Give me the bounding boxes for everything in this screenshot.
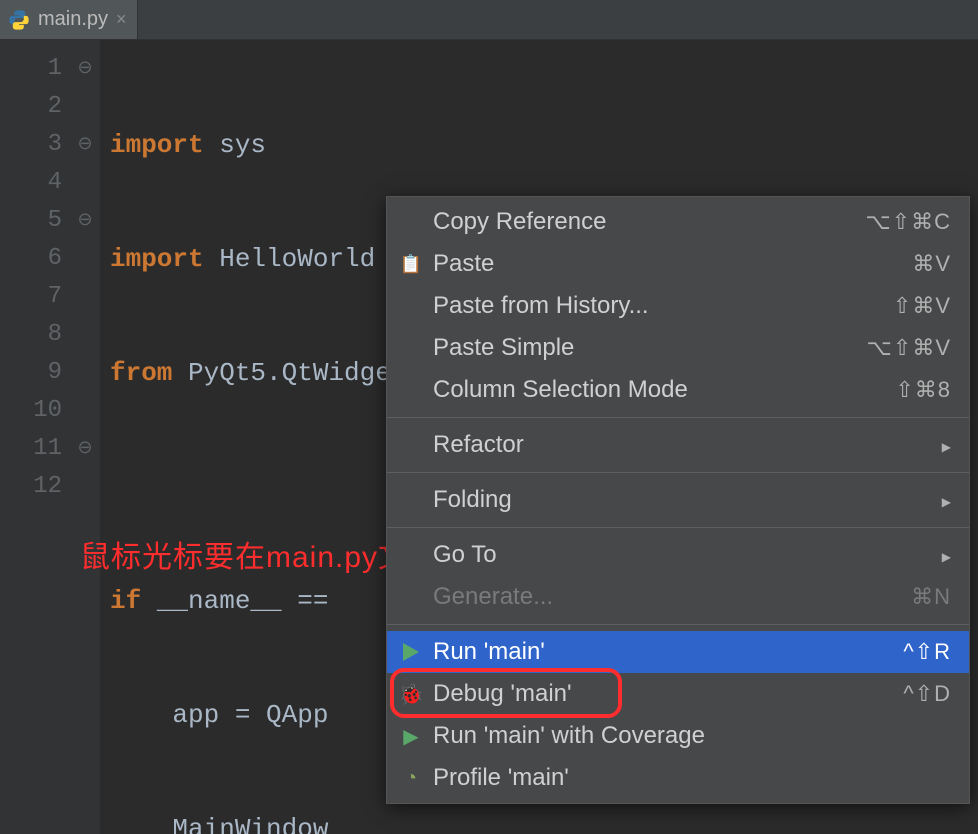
menu-label: Generate... — [433, 583, 911, 611]
blank-icon — [395, 484, 427, 516]
context-menu: Copy Reference ⌥⇧⌘C 📋 Paste ⌘V Paste fro… — [386, 196, 970, 804]
fold-spacer — [70, 240, 100, 278]
menu-debug-main[interactable]: 🐞 Debug 'main' ^⇧D — [387, 673, 969, 715]
submenu-arrow-icon — [942, 545, 951, 566]
menu-label: Folding — [433, 486, 934, 514]
line-number: 10 — [0, 392, 62, 430]
paste-icon: 📋 — [395, 248, 427, 280]
blank-icon — [395, 539, 427, 571]
fold-column: ⊖ ⊖ ⊖ ⊖ — [70, 40, 100, 834]
fold-spacer — [70, 354, 100, 392]
line-number: 11 — [0, 430, 62, 468]
menu-label: Paste — [433, 250, 912, 278]
menu-shortcut: ⌘N — [911, 584, 951, 610]
menu-column-selection[interactable]: Column Selection Mode ⇧⌘8 — [387, 369, 969, 411]
menu-generate[interactable]: Generate... ⌘N — [387, 576, 969, 618]
blank-icon — [395, 429, 427, 461]
fold-spacer — [70, 164, 100, 202]
menu-separator — [387, 624, 969, 625]
menu-separator — [387, 472, 969, 473]
menu-shortcut: ^⇧R — [903, 639, 951, 665]
blank-icon — [395, 374, 427, 406]
menu-refactor[interactable]: Refactor — [387, 424, 969, 466]
menu-separator — [387, 417, 969, 418]
line-number: 5 — [0, 202, 62, 240]
menu-label: Run 'main' — [433, 638, 903, 666]
menu-separator — [387, 527, 969, 528]
menu-shortcut: ^⇧D — [903, 681, 951, 707]
code-line: import sys — [110, 126, 978, 164]
blank-icon — [395, 206, 427, 238]
submenu-arrow-icon — [942, 490, 951, 511]
menu-label: Copy Reference — [433, 208, 865, 236]
menu-label: Column Selection Mode — [433, 376, 895, 404]
profile-icon: ◔ — [395, 762, 427, 794]
menu-folding[interactable]: Folding — [387, 479, 969, 521]
menu-shortcut: ⇧⌘8 — [895, 377, 951, 403]
blank-icon — [395, 581, 427, 613]
fold-toggle-icon[interactable]: ⊖ — [70, 202, 100, 240]
line-number: 8 — [0, 316, 62, 354]
tab-filename: main.py — [38, 8, 108, 31]
fold-spacer — [70, 316, 100, 354]
submenu-arrow-icon — [942, 435, 951, 456]
coverage-icon: ▶ — [395, 720, 427, 752]
menu-label: Debug 'main' — [433, 680, 903, 708]
python-file-icon — [8, 9, 30, 31]
menu-paste-history[interactable]: Paste from History... ⇧⌘V — [387, 285, 969, 327]
blank-icon — [395, 290, 427, 322]
menu-label: Go To — [433, 541, 934, 569]
menu-run-coverage[interactable]: ▶ Run 'main' with Coverage — [387, 715, 969, 757]
menu-run-main[interactable]: Run 'main' ^⇧R — [387, 631, 969, 673]
fold-spacer — [70, 278, 100, 316]
menu-label: Run 'main' with Coverage — [433, 722, 951, 750]
line-number: 4 — [0, 164, 62, 202]
line-number: 6 — [0, 240, 62, 278]
fold-spacer — [70, 392, 100, 430]
editor-tabbar: main.py × — [0, 0, 978, 40]
tab-close-icon[interactable]: × — [116, 9, 127, 30]
menu-label: Paste Simple — [433, 334, 867, 362]
line-number: 9 — [0, 354, 62, 392]
menu-shortcut: ⌥⇧⌘C — [865, 209, 951, 235]
menu-label: Refactor — [433, 431, 934, 459]
fold-toggle-icon[interactable]: ⊖ — [70, 126, 100, 164]
line-number: 2 — [0, 88, 62, 126]
line-number: 12 — [0, 468, 62, 506]
menu-shortcut: ⇧⌘V — [893, 293, 951, 319]
line-number: 1 — [0, 50, 62, 88]
run-icon — [395, 636, 427, 668]
menu-copy-reference[interactable]: Copy Reference ⌥⇧⌘C — [387, 201, 969, 243]
tab-main-py[interactable]: main.py × — [0, 0, 138, 39]
code-line: MainWindow — [110, 810, 978, 834]
debug-icon: 🐞 — [395, 678, 427, 710]
menu-paste[interactable]: 📋 Paste ⌘V — [387, 243, 969, 285]
menu-label: Profile 'main' — [433, 764, 951, 792]
fold-toggle-icon[interactable]: ⊖ — [70, 50, 100, 88]
line-gutter: 1 2 3 4 5 6 7 8 9 10 11 12 — [0, 40, 70, 834]
line-number: 3 — [0, 126, 62, 164]
menu-profile-main[interactable]: ◔ Profile 'main' — [387, 757, 969, 799]
menu-shortcut: ⌥⇧⌘V — [867, 335, 951, 361]
fold-spacer — [70, 468, 100, 506]
blank-icon — [395, 332, 427, 364]
menu-paste-simple[interactable]: Paste Simple ⌥⇧⌘V — [387, 327, 969, 369]
menu-goto[interactable]: Go To — [387, 534, 969, 576]
menu-label: Paste from History... — [433, 292, 893, 320]
fold-toggle-icon[interactable]: ⊖ — [70, 430, 100, 468]
menu-shortcut: ⌘V — [912, 251, 951, 277]
fold-spacer — [70, 88, 100, 126]
line-number: 7 — [0, 278, 62, 316]
